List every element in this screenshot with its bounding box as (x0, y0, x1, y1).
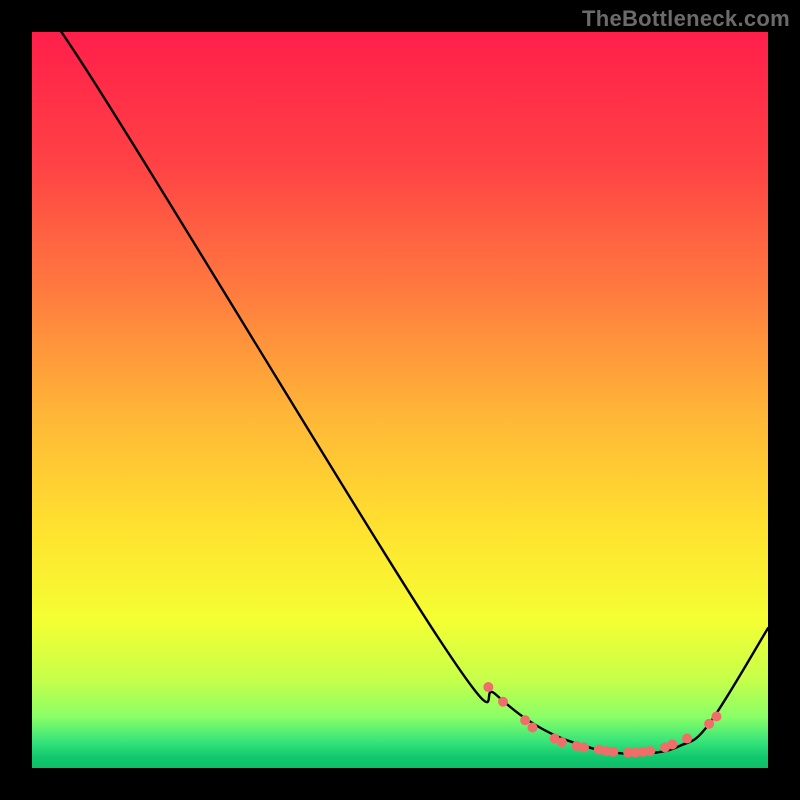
marker-dot (520, 715, 530, 725)
plot-background (32, 32, 768, 768)
marker-dot (527, 723, 537, 733)
marker-dot (711, 711, 721, 721)
marker-dot (667, 739, 677, 749)
chart-frame: TheBottleneck.com (0, 0, 800, 800)
marker-dot (483, 682, 493, 692)
marker-dot (579, 742, 589, 752)
marker-dot (645, 746, 655, 756)
marker-dot (557, 737, 567, 747)
marker-dot (704, 719, 714, 729)
marker-dot (498, 697, 508, 707)
marker-dot (608, 747, 618, 757)
marker-dot (682, 734, 692, 744)
watermark-text: TheBottleneck.com (582, 6, 790, 32)
bottleneck-chart (32, 32, 768, 768)
